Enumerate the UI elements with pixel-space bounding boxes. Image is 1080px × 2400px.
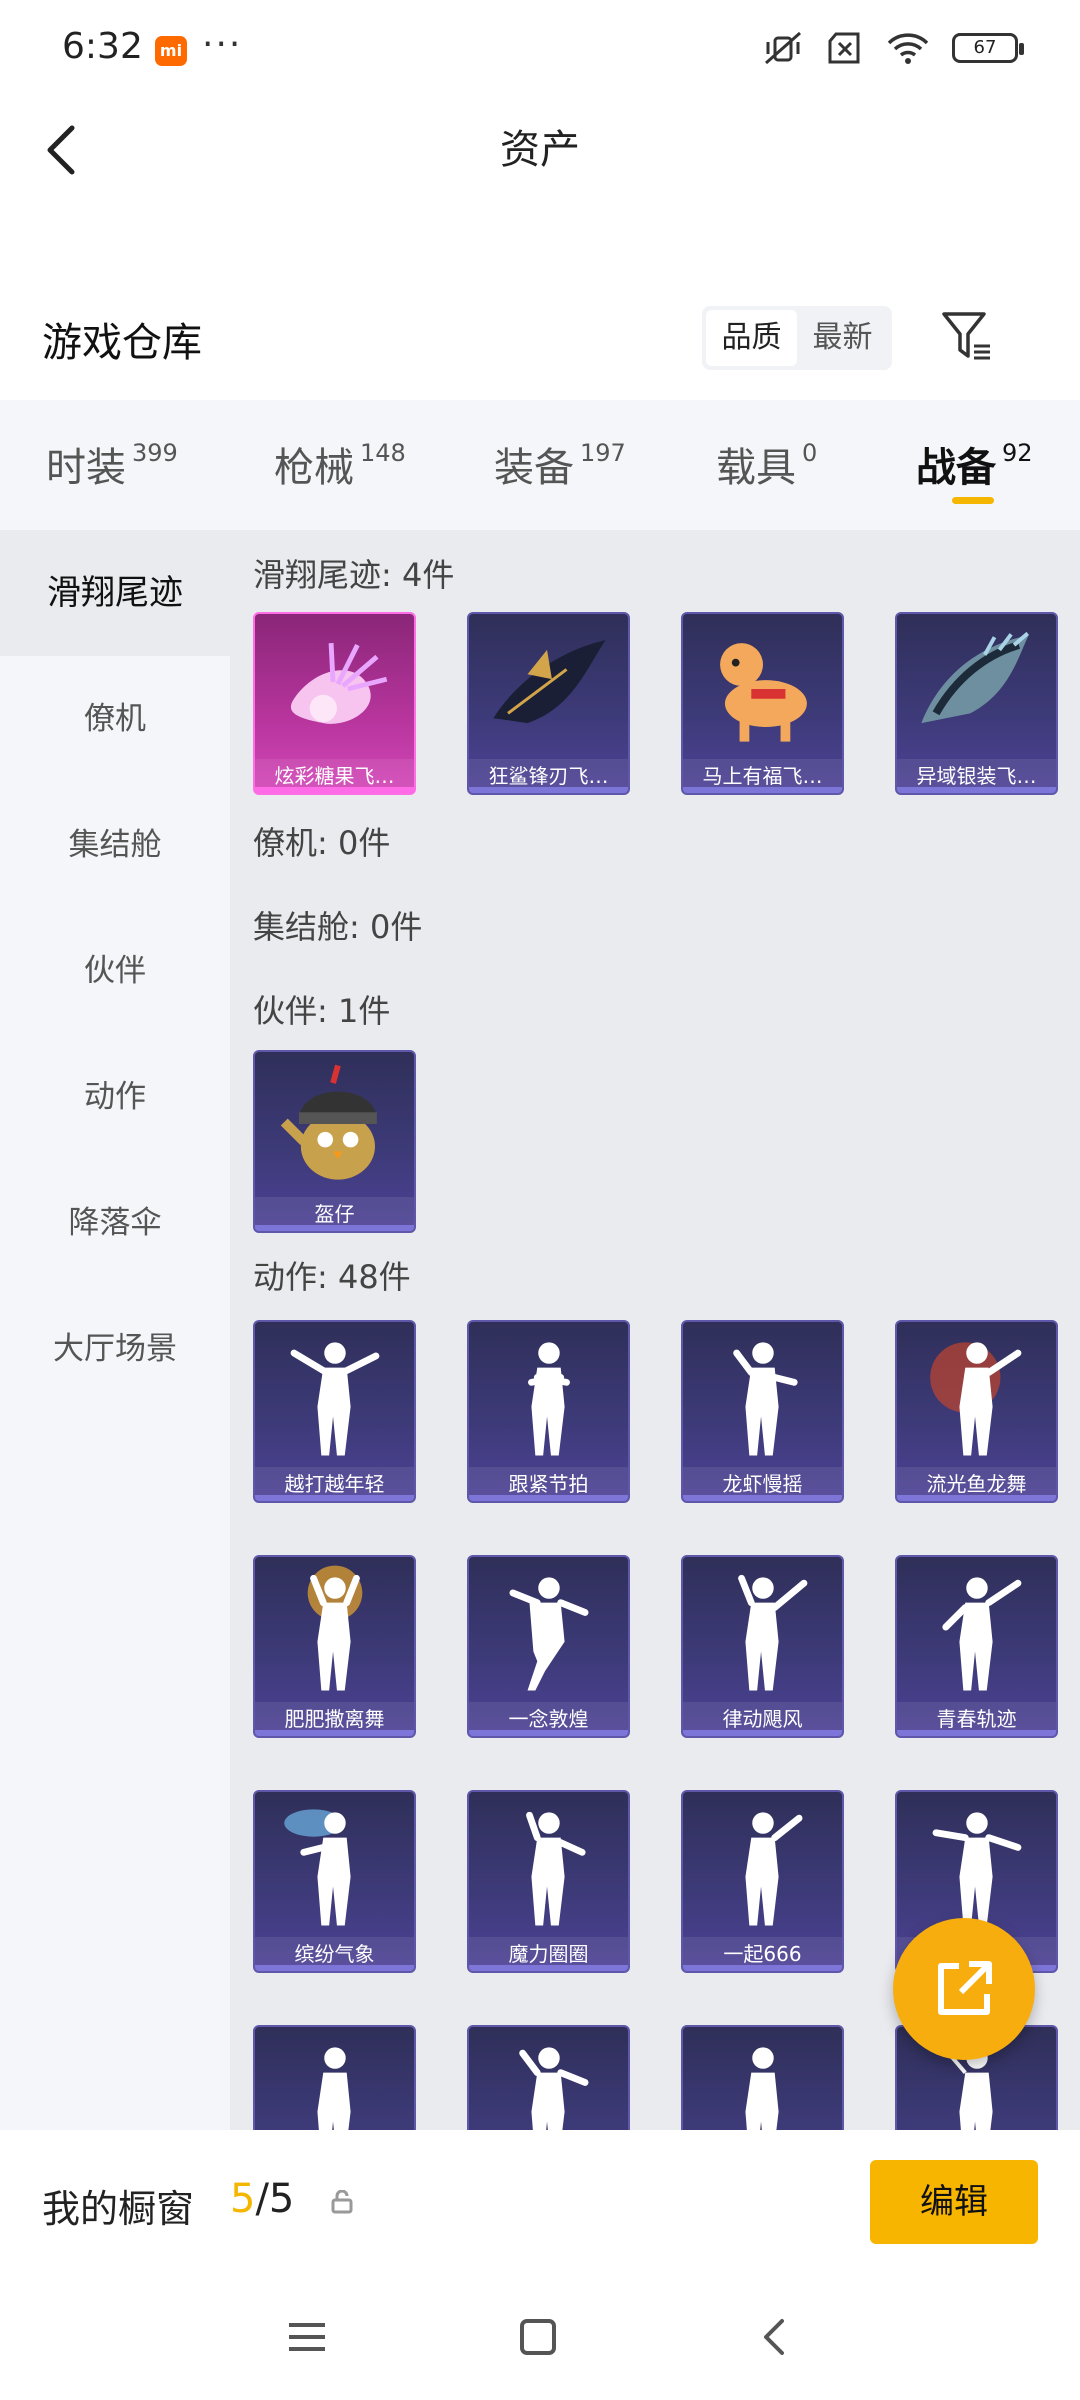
showcase-bar: 我的橱窗 5/5 编辑 <box>0 2130 1080 2280</box>
section-title-capsule: 集结舱: 0件 <box>253 908 423 946</box>
section-title-partner: 伙伴: 1件 <box>253 992 391 1030</box>
dancer-silhouette-icon <box>519 2047 589 2130</box>
wifi-icon <box>887 33 929 64</box>
emote-card[interactable]: 律动飓风 <box>681 1555 844 1738</box>
showcase-count: 5/5 <box>230 2176 295 2222</box>
emote-card[interactable]: 青春轨迹 <box>895 1555 1058 1738</box>
helmet-chick-icon <box>280 1064 377 1180</box>
tab-fashion[interactable]: 时装 399 <box>46 435 178 493</box>
item-card[interactable]: 异域银装飞… <box>895 612 1058 795</box>
dancer-silhouette-icon <box>528 1342 570 1456</box>
silver-glider-icon <box>921 631 1029 724</box>
tab-vehicles[interactable]: 载具 0 <box>716 435 817 493</box>
emote-card[interactable]: 魔力圈圈 <box>467 1790 630 1973</box>
shark-glider-icon <box>493 640 606 724</box>
sort-quality-option[interactable]: 品质 <box>706 310 797 366</box>
emote-card[interactable]: 一念敦煌 <box>467 1555 630 1738</box>
section-title-glide: 滑翔尾迹: 4件 <box>253 556 455 594</box>
sidenav-item-capsule[interactable]: 集结舱 <box>0 782 230 908</box>
dancer-silhouette-icon <box>526 1811 586 1926</box>
item-list: 滑翔尾迹: 4件 炫彩糖果飞… 狂鲨锋刃飞… 马上有福飞… 异域银装飞… 僚机:… <box>230 530 1080 2130</box>
sidenav-item-wingman[interactable]: 僚机 <box>0 656 230 782</box>
sort-latest-option[interactable]: 最新 <box>797 310 888 366</box>
back-icon[interactable] <box>754 2315 798 2359</box>
sidenav-item-lobby-scene[interactable]: 大厅场景 <box>0 1286 230 1412</box>
showcase-label: 我的橱窗 <box>42 2187 195 2231</box>
dancer-silhouette-icon <box>745 2047 779 2130</box>
dancer-silhouette-icon <box>317 2047 351 2130</box>
dancer-silhouette-icon <box>290 1342 380 1456</box>
sidenav-item-parachute[interactable]: 降落伞 <box>0 1160 230 1286</box>
dancer-silhouette-icon <box>930 1342 1022 1456</box>
edit-button[interactable]: 编辑 <box>870 2160 1038 2244</box>
filter-icon[interactable] <box>940 308 996 364</box>
item-card[interactable]: 马上有福飞… <box>681 612 844 795</box>
item-card[interactable]: 狂鲨锋刃飞… <box>467 612 630 795</box>
item-card[interactable]: 炫彩糖果飞… <box>253 612 416 795</box>
candy-glider-icon <box>290 642 388 724</box>
emote-card[interactable] <box>681 2025 844 2130</box>
dancer-silhouette-icon <box>307 1565 363 1691</box>
dancer-silhouette-icon <box>284 1809 351 1926</box>
emote-card[interactable] <box>467 2025 630 2130</box>
tab-guns[interactable]: 枪械 148 <box>274 435 406 493</box>
lock-icon <box>331 2190 353 2214</box>
warehouse-title: 游戏仓库 <box>42 320 202 366</box>
category-tabs: 时装 399 枪械 148 装备 197 载具 0 战备 92 <box>0 400 1080 530</box>
menu-icon[interactable] <box>285 2315 329 2359</box>
dancer-silhouette-icon <box>745 1812 803 1926</box>
emote-card[interactable] <box>253 2025 416 2130</box>
status-bar: 6:32 mi ··· 67 <box>0 0 1080 100</box>
tab-combat-gear[interactable]: 战备 92 <box>916 435 1033 493</box>
sidenav-item-emote[interactable]: 动作 <box>0 1034 230 1160</box>
share-button[interactable] <box>893 1918 1035 2060</box>
emote-card[interactable]: 一起666 <box>681 1790 844 1973</box>
emote-card[interactable]: 缤纷气象 <box>253 1790 416 1973</box>
emote-card[interactable]: 龙虾慢摇 <box>681 1320 844 1503</box>
sim-off-icon <box>828 32 860 64</box>
emote-card[interactable]: 流光鱼龙舞 <box>895 1320 1058 1503</box>
emote-card[interactable]: 越打越年轻 <box>253 1320 416 1503</box>
share-icon <box>938 1961 992 2015</box>
dancer-silhouette-icon <box>942 1577 1022 1691</box>
mute-vibrate-icon <box>765 31 801 65</box>
emote-card[interactable]: 跟紧节拍 <box>467 1320 630 1503</box>
home-icon[interactable] <box>516 2315 560 2359</box>
emote-card[interactable]: 肥肥撒离舞 <box>253 1555 416 1738</box>
mi-badge: mi <box>155 36 187 66</box>
dancer-silhouette-icon <box>738 1574 808 1691</box>
battery-icon: 67 <box>952 33 1024 63</box>
dancer-silhouette-icon <box>509 1577 589 1691</box>
sidenav-item-partner[interactable]: 伙伴 <box>0 908 230 1034</box>
section-title-wingman: 僚机: 0件 <box>253 824 391 862</box>
status-time: 6:32 <box>62 26 143 67</box>
lucky-horse-glider-icon <box>720 643 807 742</box>
section-title-emote: 动作: 48件 <box>253 1258 411 1296</box>
active-tab-indicator <box>952 497 994 504</box>
tab-equipment[interactable]: 装备 197 <box>494 435 626 493</box>
dancer-silhouette-icon <box>733 1342 798 1456</box>
item-card[interactable]: 盔仔 <box>253 1050 416 1233</box>
side-nav: 滑翔尾迹 僚机 集结舱 伙伴 动作 降落伞 大厅场景 <box>0 530 230 2130</box>
dancer-silhouette-icon <box>932 1812 1022 1926</box>
more-notifications-icon: ··· <box>202 24 243 65</box>
page-title: 资产 <box>500 127 580 173</box>
sidenav-item-glide-trail[interactable]: 滑翔尾迹 <box>0 530 230 656</box>
sort-toggle: 品质 最新 <box>702 306 892 370</box>
system-nav-bar <box>0 2280 1080 2400</box>
